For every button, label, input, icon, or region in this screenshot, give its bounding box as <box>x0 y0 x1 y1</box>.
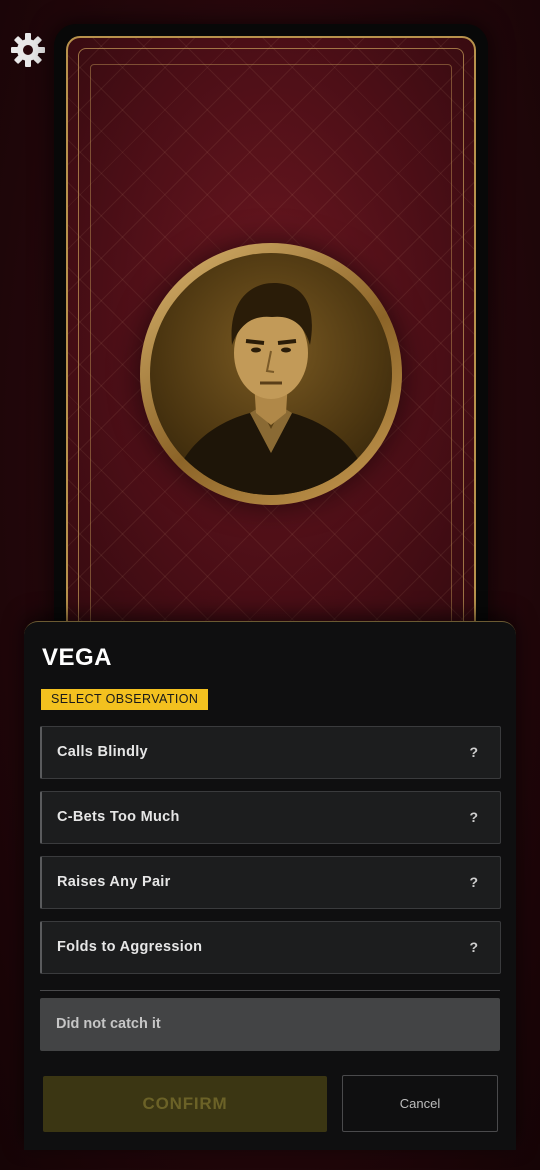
help-icon[interactable]: ? <box>469 922 478 973</box>
option-label: Calls Blindly <box>57 744 148 760</box>
character-name: VEGA <box>42 644 113 671</box>
option-label: Raises Any Pair <box>57 874 171 890</box>
help-icon[interactable]: ? <box>469 857 478 908</box>
observation-panel: VEGA SELECT OBSERVATION Calls Blindly ? … <box>24 621 516 1150</box>
option-label: C-Bets Too Much <box>57 809 180 825</box>
option-folds-to-aggression[interactable]: Folds to Aggression ? <box>40 921 501 974</box>
portrait-image <box>150 253 392 495</box>
settings-gear-icon[interactable] <box>8 30 48 70</box>
option-calls-blindly[interactable]: Calls Blindly ? <box>40 726 501 779</box>
select-observation-badge: SELECT OBSERVATION <box>41 689 209 710</box>
did-not-catch-it-label: Did not catch it <box>56 1016 161 1032</box>
option-label: Folds to Aggression <box>57 939 203 955</box>
help-icon[interactable]: ? <box>469 792 478 843</box>
screen: VEGA SELECT OBSERVATION Calls Blindly ? … <box>0 0 540 1170</box>
divider <box>40 990 500 991</box>
option-raises-any-pair[interactable]: Raises Any Pair ? <box>40 856 501 909</box>
character-portrait <box>140 243 402 505</box>
confirm-button[interactable]: CONFIRM <box>43 1076 327 1132</box>
man-portrait-icon <box>170 283 372 495</box>
option-c-bets-too-much[interactable]: C-Bets Too Much ? <box>40 791 501 844</box>
cancel-button[interactable]: Cancel <box>342 1075 498 1132</box>
help-icon[interactable]: ? <box>469 727 478 778</box>
did-not-catch-it-button[interactable]: Did not catch it <box>40 998 500 1051</box>
